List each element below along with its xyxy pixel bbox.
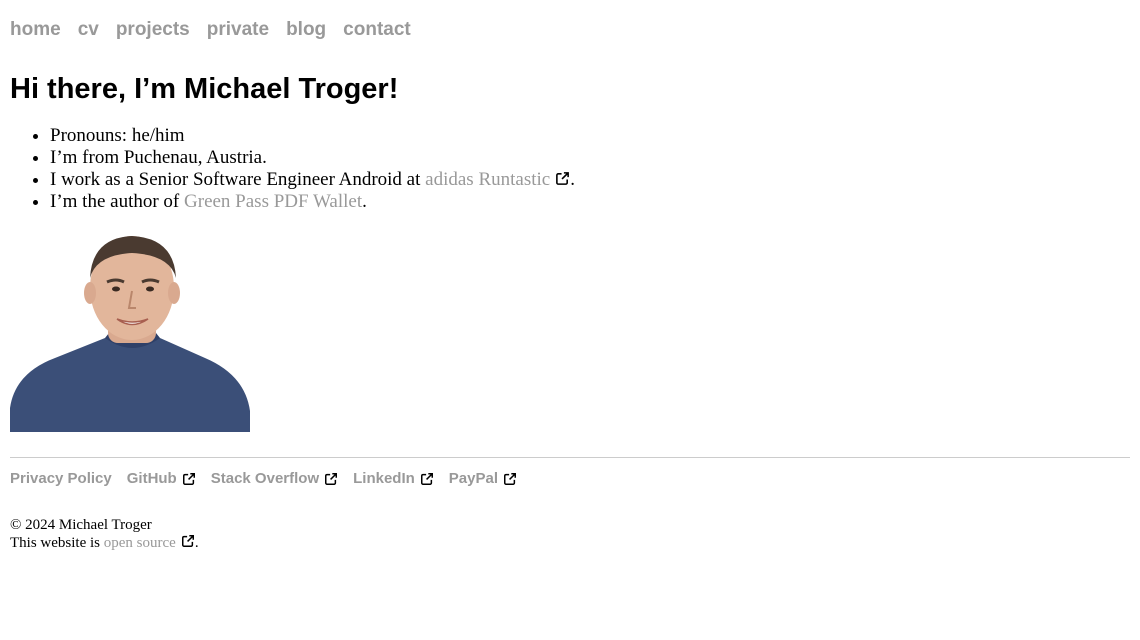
external-link-icon [182,473,195,485]
top-navigation: home cv projects private blog contact [10,19,428,41]
external-link-icon [504,473,517,485]
nav-home[interactable]: home [10,19,61,41]
linkedin-link[interactable]: LinkedIn [353,470,434,488]
open-source-link[interactable]: open source [104,535,195,551]
nav-cv[interactable]: cv [78,19,99,41]
list-item-author: I’m the author of Green Pass PDF Wallet. [50,191,575,213]
nav-blog[interactable]: blog [286,19,326,41]
external-link-icon [181,535,194,547]
external-link-icon [556,172,570,185]
external-link-icon [420,473,433,485]
copyright-text: © 2024 Michael Troger [10,517,152,533]
footer-navigation: Privacy Policy GitHub Stack Overflow Lin… [10,470,532,488]
adidas-runtastic-link[interactable]: adidas Runtastic [425,169,570,190]
list-item-pronouns: Pronouns: he/him [50,125,575,147]
work-text: I work as a Senior Software Engineer And… [50,169,426,190]
list-item-from: I’m from Puchenau, Austria. [50,147,575,169]
privacy-policy-link[interactable]: Privacy Policy [10,470,112,488]
page-title: Hi there, I’m Michael Troger! [10,73,399,105]
nav-private[interactable]: private [207,19,269,41]
nav-contact[interactable]: contact [343,19,411,41]
intro-list: Pronouns: he/him I’m from Puchenau, Aust… [10,125,575,213]
external-link-icon [325,473,338,485]
stack-overflow-link[interactable]: Stack Overflow [211,470,338,488]
portrait-photo [10,233,250,432]
list-item-work: I work as a Senior Software Engineer And… [50,169,575,191]
footer-divider [10,457,1130,458]
footer-info: © 2024 Michael Troger This website is op… [10,516,199,552]
open-source-line: This website is open source. [10,535,199,551]
green-pass-pdf-wallet-link[interactable]: Green Pass PDF Wallet [184,191,362,212]
github-link[interactable]: GitHub [127,470,196,488]
portrait-icon [10,233,250,432]
nav-projects[interactable]: projects [116,19,190,41]
paypal-link[interactable]: PayPal [449,470,517,488]
